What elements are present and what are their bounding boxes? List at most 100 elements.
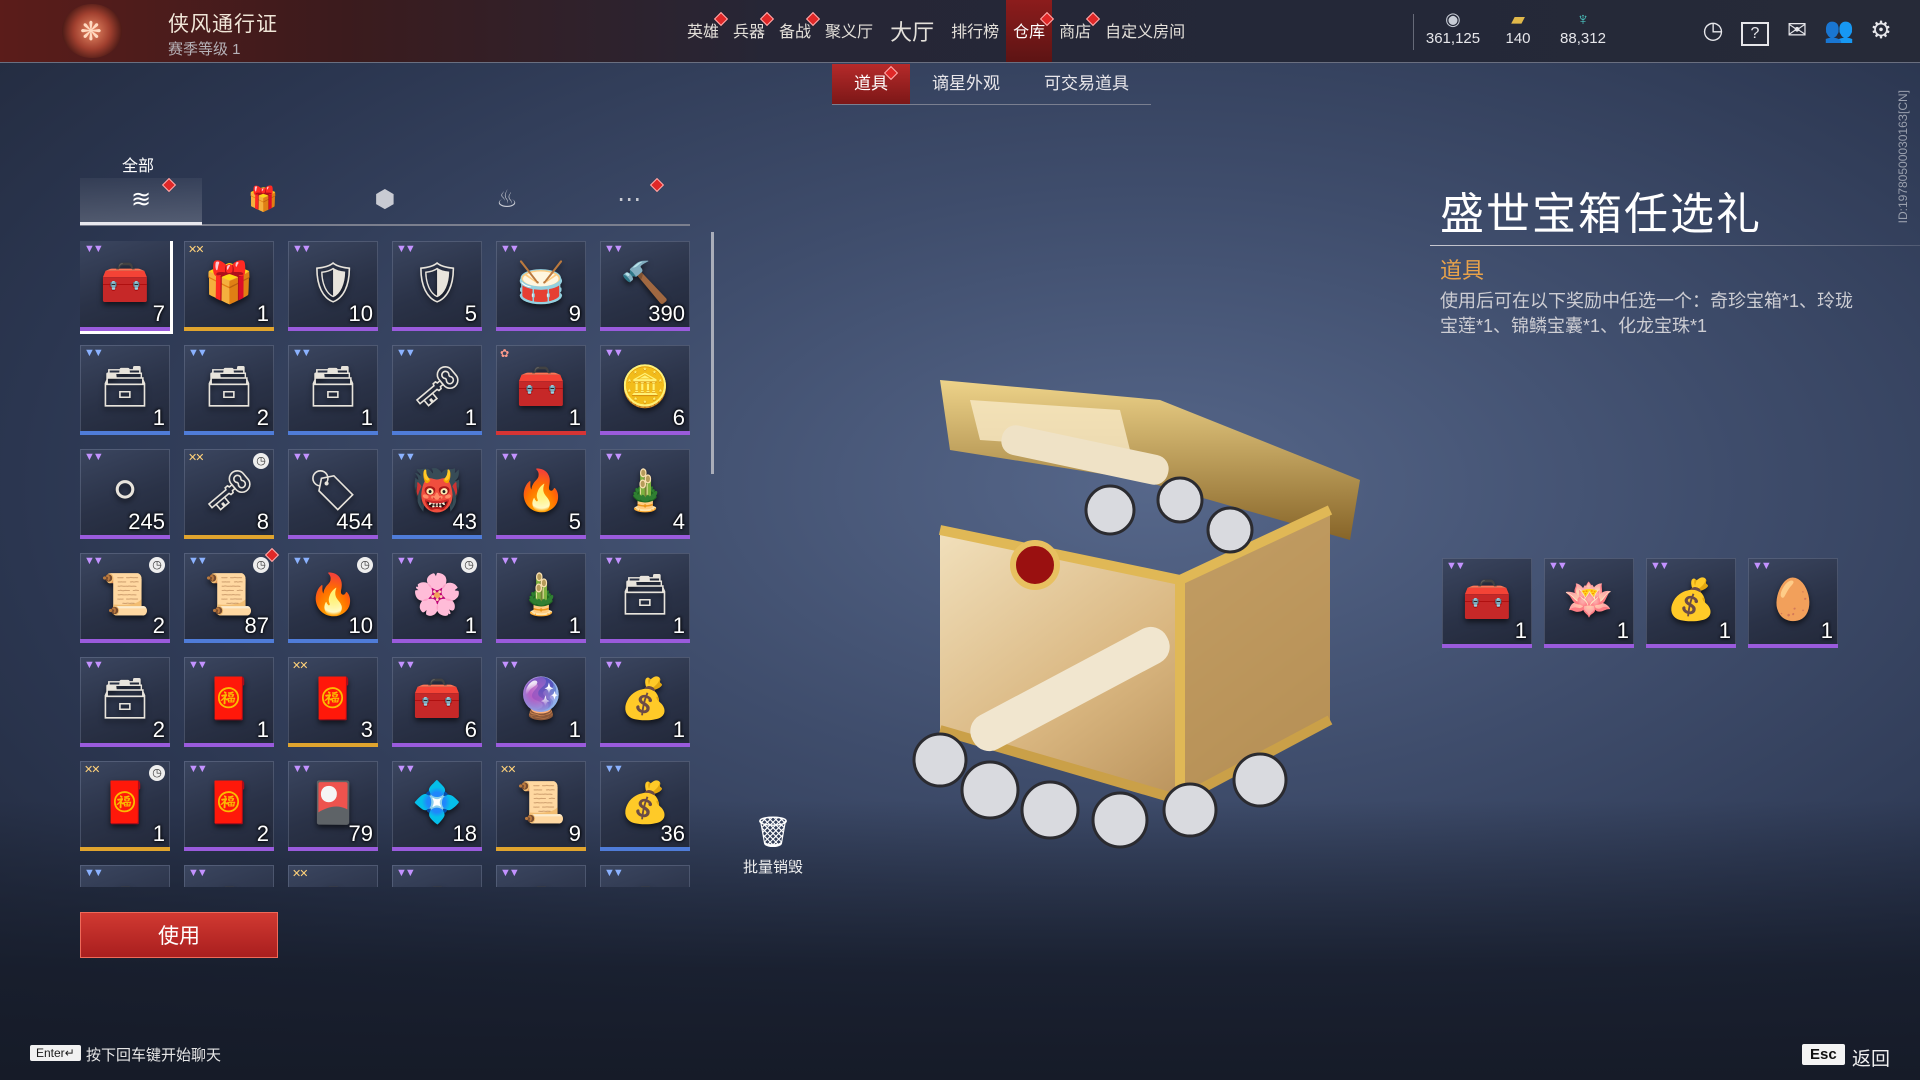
inventory-item[interactable]: ✕✕ 📜 9 <box>496 761 586 851</box>
inventory-item[interactable]: ▼▼🧰 <box>496 865 586 887</box>
inventory-item[interactable]: ▼▼ 🔮 1 <box>496 657 586 747</box>
currency-value: 361,125 <box>1425 30 1481 47</box>
category-tab-consumables[interactable]: ♨ <box>446 178 568 222</box>
inventory-item[interactable]: ▼▼ 🧰 7 <box>80 241 170 331</box>
inventory-item[interactable]: ✕✕🧰 <box>288 865 378 887</box>
inventory-item[interactable]: ✕✕ 🧧 ◷ 1 <box>80 761 170 851</box>
selected-item-chest-illustration <box>912 380 1360 849</box>
back-button[interactable]: 返回 <box>1852 1044 1890 1071</box>
inventory-item[interactable]: ▼▼ 🎍 1 <box>496 553 586 643</box>
inventory-item[interactable]: ▼▼🧰 <box>184 865 274 887</box>
item-count: 1 <box>672 613 685 638</box>
inventory-item[interactable]: ▼▼ 📜 ◷ 87 <box>184 547 280 643</box>
inventory-item[interactable]: ✿ 🧰 1 <box>496 345 586 435</box>
reward-option[interactable]: ▼▼ 🪷 1 <box>1544 558 1634 648</box>
nav-item[interactable]: 商店 <box>1052 0 1101 62</box>
inventory-item[interactable]: ▼▼ 🧧 2 <box>184 761 274 851</box>
inventory-item[interactable]: ▼▼ 🗃 2 <box>184 345 274 435</box>
inventory-item[interactable]: ▼▼ 💰 36 <box>600 761 690 851</box>
category-tab-gifts[interactable]: 🎁 <box>202 178 324 222</box>
chest-icon: 🧰 <box>95 878 155 887</box>
inventory-item[interactable]: ▼▼ 🗃 1 <box>600 553 690 643</box>
inventory-item[interactable]: ✕✕ 🗝 ◷ 8 <box>184 449 274 539</box>
inventory-item[interactable]: ▼▼ 📜 ◷ 2 <box>80 553 170 643</box>
inventory-item[interactable]: ▼▼🧰 <box>392 865 482 887</box>
inventory-item[interactable]: ▼▼ 🔥 5 <box>496 449 586 539</box>
chat-hint[interactable]: 按下回车键开始聊天 <box>86 1044 221 1065</box>
friends-icon[interactable]: 👥 <box>1824 16 1854 46</box>
category-tab-other[interactable]: ⋯ <box>568 177 690 222</box>
item-count: 18 <box>452 821 477 846</box>
chest-icon: 🧰 <box>303 878 363 887</box>
inventory-item[interactable]: ▼▼ 🎴 79 <box>288 761 378 851</box>
rarity-bar <box>1646 644 1736 648</box>
subtab-label: 谪星外观 <box>932 74 1000 93</box>
item-count: 390 <box>648 301 685 326</box>
inventory-scrollbar[interactable] <box>711 232 714 474</box>
inventory-item[interactable]: ▼▼ 👹 43 <box>392 449 482 539</box>
rare-chest-icon: 🧰 <box>1462 578 1512 622</box>
rarity-bar <box>392 639 482 643</box>
inventory-item[interactable]: ▼▼ 🥁 9 <box>496 241 586 331</box>
item-count: 4 <box>672 509 685 534</box>
inventory-item[interactable]: ▼▼ 🧰 6 <box>392 657 482 747</box>
subtab[interactable]: 谪星外观 <box>910 64 1022 104</box>
nav-item[interactable]: 聚义厅 <box>818 0 880 62</box>
timer-icon: ◷ <box>253 453 269 469</box>
flame-icon: ♨ <box>496 186 518 213</box>
use-button[interactable]: 使用 <box>80 912 278 958</box>
inventory-item[interactable]: ▼▼ 🗃 2 <box>80 657 170 747</box>
nav-item[interactable]: 英雄 <box>680 0 729 62</box>
reward-option[interactable]: ▼▼ 💰 1 <box>1646 558 1736 648</box>
inventory-item[interactable]: ▼▼ 🗝 1 <box>392 345 482 435</box>
history-icon[interactable]: ◷ <box>1698 16 1728 46</box>
subtab[interactable]: 可交易道具 <box>1022 64 1151 104</box>
nav-item[interactable]: 备战 <box>772 0 821 62</box>
reward-option[interactable]: ▼▼ 🥚 1 <box>1748 558 1838 648</box>
jade-chest-icon: 🗃 <box>619 573 671 617</box>
item-count: 2 <box>152 717 165 742</box>
inventory-item[interactable]: ▼▼ 💠 18 <box>392 761 482 851</box>
settings-icon[interactable]: ⚙ <box>1866 16 1896 46</box>
battle-pass-title[interactable]: 侠风通行证 <box>168 8 278 38</box>
inventory-item[interactable]: ▼▼ 🧧 1 <box>184 657 274 747</box>
esc-key-icon[interactable]: Esc <box>1802 1044 1845 1065</box>
inventory-item[interactable]: ▼▼ 🛡 10 <box>288 241 378 331</box>
inventory-item[interactable]: ▼▼🧰 <box>600 865 690 887</box>
category-tab-tokens[interactable]: ⬢ <box>324 178 446 222</box>
rarity-bar <box>80 431 170 435</box>
inventory-item[interactable]: ▼▼ 🛡 5 <box>392 241 482 331</box>
rarity-bar <box>496 639 586 643</box>
inventory-item[interactable]: ▼▼ 🔨 390 <box>600 241 690 331</box>
inventory-item[interactable]: ▼▼ ⚪ 245 <box>80 449 170 539</box>
inventory-item[interactable]: ▼▼ 🏷 454 <box>288 449 378 539</box>
mail-icon[interactable]: ✉ <box>1782 16 1812 46</box>
inventory-item[interactable]: ▼▼ 💰 1 <box>600 657 690 747</box>
nav-item[interactable]: 大厅 <box>880 0 944 62</box>
inventory-item[interactable]: ✕✕ 🧧 3 <box>288 657 378 747</box>
nav-item[interactable]: 仓库 <box>1006 0 1055 62</box>
nav-item[interactable]: 兵器 <box>726 0 775 62</box>
battle-pass-emblem-icon[interactable]: ❋ <box>62 4 122 58</box>
rarity-bar <box>80 535 170 539</box>
subtab[interactable]: 道具 <box>832 64 910 104</box>
inventory-item[interactable]: ▼▼ 🎍 4 <box>600 449 690 539</box>
inventory-item[interactable]: ▼▼ 🌸 ◷ 1 <box>392 553 482 643</box>
item-count: 245 <box>128 509 165 534</box>
inventory-item[interactable]: ✕✕ 🎁 1 <box>184 241 274 331</box>
currency-jade[interactable]: ♆ 88,312 <box>1543 8 1623 47</box>
inventory-item[interactable]: ▼▼ 🗃 1 <box>80 345 170 435</box>
rarity-bar <box>600 847 690 851</box>
category-tab-all[interactable]: ≋ <box>80 177 202 225</box>
trash-icon: 🗑 <box>753 816 793 849</box>
inventory-item[interactable]: ▼▼ 🔥 ◷ 10 <box>288 553 378 643</box>
nav-item[interactable]: 自定义房间 <box>1098 0 1192 62</box>
help-icon[interactable]: ? <box>1740 16 1770 46</box>
inventory-item[interactable]: ▼▼ 🪙 6 <box>600 345 690 435</box>
nav-label: 兵器 <box>733 24 766 41</box>
inventory-item[interactable]: ▼▼🧰 <box>80 865 170 887</box>
inventory-item[interactable]: ▼▼ 🗃 1 <box>288 345 378 435</box>
bulk-destroy-button[interactable]: 🗑 批量销毁 <box>738 815 808 877</box>
reward-option[interactable]: ▼▼ 🧰 1 <box>1442 558 1532 648</box>
nav-item[interactable]: 排行榜 <box>944 0 1006 62</box>
